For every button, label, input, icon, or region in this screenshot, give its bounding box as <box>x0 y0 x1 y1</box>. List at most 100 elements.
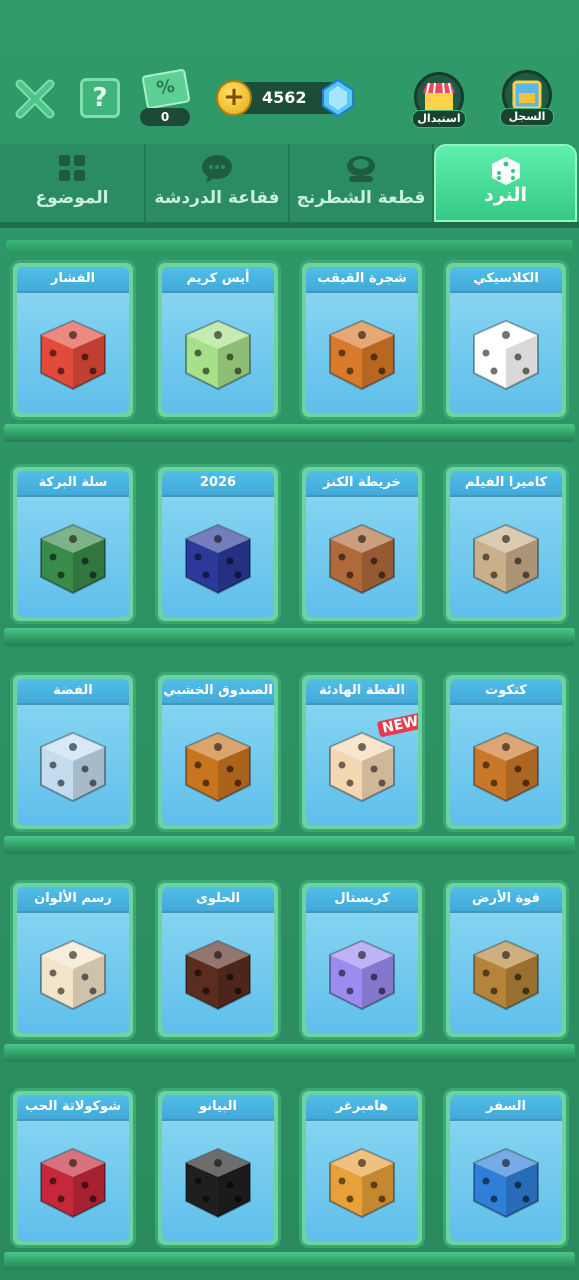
dice-card[interactable]: قوة الأرض <box>443 880 569 1040</box>
help-button[interactable]: ? <box>80 78 120 118</box>
dice-card-body: سلة البركة <box>17 471 129 617</box>
record-label: السجل <box>500 108 554 126</box>
dice-icon <box>185 1147 251 1219</box>
dice-card-body: شجرة القيقب <box>306 267 418 413</box>
dice-card-body: خريطة الكنز <box>306 471 418 617</box>
dice-card-header: الصندوق الخشبي <box>162 679 274 705</box>
dice-icon <box>329 523 395 595</box>
dice-icon <box>329 1147 395 1219</box>
coupon-icon: % <box>141 68 191 110</box>
tab-chess-piece[interactable]: قطعة الشطرنج <box>290 144 434 222</box>
dice-card-body: القطة الهادئة NEW <box>306 679 418 825</box>
dice-card-header: شجرة القيقب <box>306 267 418 293</box>
add-coins-icon[interactable]: + <box>216 80 252 116</box>
dice-card-body: السفر <box>450 1095 562 1241</box>
dice-name: البيانو <box>199 1099 237 1114</box>
dice-icon <box>185 731 251 803</box>
exchange-button[interactable]: استبدال <box>412 72 466 128</box>
dice-icon <box>473 523 539 595</box>
dice-card[interactable]: أيس كريم <box>155 260 281 420</box>
shelf-row: قوة الأرض كريستال الحلوى رسم الألوان <box>0 874 579 1074</box>
dice-icon <box>329 731 395 803</box>
dice-icon <box>491 157 520 185</box>
tab-theme[interactable]: الموضوع <box>0 144 146 222</box>
tab-label: الموضوع <box>35 188 109 208</box>
dice-card-header: القطة الهادئة <box>306 679 418 705</box>
dice-card-body: أيس كريم <box>162 267 274 413</box>
dice-card[interactable]: شوكولاتة الحب <box>10 1088 136 1248</box>
dice-name: السفر <box>485 1099 526 1114</box>
dice-card[interactable]: السفر <box>443 1088 569 1248</box>
dice-card-header: خريطة الكنز <box>306 471 418 497</box>
chat-bubble-icon <box>202 155 232 183</box>
tab-dice[interactable]: النرد <box>434 144 577 222</box>
dice-icon <box>185 319 251 391</box>
dice-card[interactable]: كريستال <box>299 880 425 1040</box>
dice-icon <box>473 1147 539 1219</box>
close-button[interactable] <box>14 78 56 120</box>
dice-card-header: الفشار <box>17 267 129 293</box>
dice-name: الكلاسيكي <box>473 271 539 286</box>
dice-card[interactable]: الفضة <box>10 672 136 832</box>
dice-icon <box>40 1147 106 1219</box>
dice-card[interactable]: سلة البركة <box>10 464 136 624</box>
tab-underline <box>0 222 579 228</box>
dice-card-header: هامبرغر <box>306 1095 418 1121</box>
tab-chat-bubble[interactable]: فقاعة الدردشة <box>146 144 290 222</box>
dice-card[interactable]: القطة الهادئة NEW <box>299 672 425 832</box>
shelf-row: كاميرا الفيلم خريطة الكنز 2026 سلة البركة <box>0 458 579 658</box>
dice-card-body: الفشار <box>17 267 129 413</box>
new-badge: NEW <box>376 712 418 738</box>
dice-card[interactable]: شجرة القيقب <box>299 260 425 420</box>
coupon-count: 0 <box>140 108 190 126</box>
dice-card-body: شوكولاتة الحب <box>17 1095 129 1241</box>
dice-card-body: كاميرا الفيلم <box>450 471 562 617</box>
dice-card[interactable]: الفشار <box>10 260 136 420</box>
close-icon <box>15 79 55 119</box>
dice-name: 2026 <box>199 475 237 490</box>
tab-label: فقاعة الدردشة <box>154 188 280 208</box>
category-tabs: الموضوع فقاعة الدردشة قطعة الشطرنج النرد <box>0 144 579 222</box>
dice-card-body: هامبرغر <box>306 1095 418 1241</box>
coin-balance[interactable]: + 4562 <box>216 78 354 118</box>
dice-card[interactable]: الحلوى <box>155 880 281 1040</box>
dice-card[interactable]: الكلاسيكي <box>443 260 569 420</box>
record-button[interactable]: السجل <box>500 70 558 126</box>
tab-label: قطعة الشطرنج <box>296 188 426 208</box>
dice-icon <box>185 939 251 1011</box>
shelf <box>4 1044 575 1062</box>
dice-name: الفشار <box>50 271 96 286</box>
dice-card[interactable]: كتكوت <box>443 672 569 832</box>
dice-name: القطة الهادئة <box>318 683 405 698</box>
dice-card[interactable]: هامبرغر <box>299 1088 425 1248</box>
dice-name: كتكوت <box>485 683 527 698</box>
dice-card[interactable]: خريطة الكنز <box>299 464 425 624</box>
dice-card[interactable]: 2026 <box>155 464 281 624</box>
shelf <box>4 1252 575 1270</box>
dice-card[interactable]: رسم الألوان <box>10 880 136 1040</box>
dice-card-header: رسم الألوان <box>17 887 129 913</box>
dice-card[interactable]: الصندوق الخشبي <box>155 672 281 832</box>
dice-icon <box>185 523 251 595</box>
coupon-counter[interactable]: % 0 <box>138 68 192 126</box>
dice-card-header: البيانو <box>162 1095 274 1121</box>
dice-name: الفضة <box>53 683 93 698</box>
dice-name: قوة الأرض <box>472 891 540 906</box>
shelf <box>4 836 575 854</box>
dice-name: سلة البركة <box>38 475 108 490</box>
shelf-row: كتكوت القطة الهادئة NEW الصندوق الخشبي الفضة <box>0 666 579 866</box>
dice-card-header: 2026 <box>162 471 274 497</box>
exchange-label: استبدال <box>412 110 466 128</box>
dice-card[interactable]: البيانو <box>155 1088 281 1248</box>
shelf <box>4 424 575 442</box>
dice-icon <box>473 939 539 1011</box>
shelf <box>6 240 573 254</box>
dice-name: كريستال <box>334 891 390 906</box>
shelf-row: السفر هامبرغر البيانو شوكولاتة الحب <box>0 1082 579 1280</box>
tab-label: النرد <box>484 184 527 206</box>
dice-card[interactable]: كاميرا الفيلم <box>443 464 569 624</box>
shelf <box>4 628 575 646</box>
dice-card-body: الكلاسيكي <box>450 267 562 413</box>
dice-card-body: البيانو <box>162 1095 274 1241</box>
dice-card-body: كتكوت <box>450 679 562 825</box>
